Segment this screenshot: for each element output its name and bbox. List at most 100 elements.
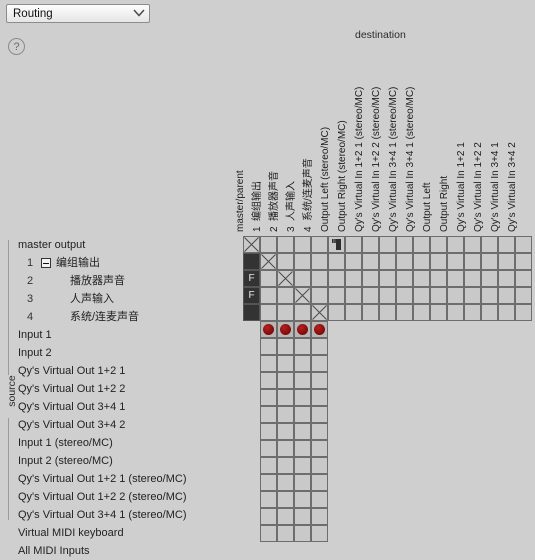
row-label[interactable]: Qy's Virtual Out 1+2 2 (stereo/MC) xyxy=(0,488,240,506)
matrix-cell[interactable] xyxy=(260,508,277,525)
row-label[interactable]: Qy's Virtual Out 1+2 2 xyxy=(0,380,240,398)
matrix-cell[interactable] xyxy=(498,270,515,287)
matrix-cell[interactable] xyxy=(260,372,277,389)
matrix-cell[interactable] xyxy=(447,253,464,270)
column-header[interactable]: Qy's Virtual In 1+2 2 (stereo/MC) xyxy=(370,82,383,232)
matrix-cell[interactable] xyxy=(277,491,294,508)
matrix-cell[interactable] xyxy=(379,253,396,270)
matrix-cell[interactable] xyxy=(447,287,464,304)
matrix-cell[interactable] xyxy=(260,270,277,287)
row-label[interactable]: Qy's Virtual Out 3+4 1 (stereo/MC) xyxy=(0,506,240,524)
matrix-cell[interactable] xyxy=(498,236,515,253)
matrix-cell[interactable] xyxy=(311,491,328,508)
matrix-cell[interactable] xyxy=(345,287,362,304)
matrix-cell[interactable] xyxy=(260,440,277,457)
matrix-cell[interactable] xyxy=(277,270,294,287)
collapse-expander-icon[interactable] xyxy=(41,258,51,268)
row-label[interactable]: 1 编组输出 xyxy=(0,254,240,272)
row-label[interactable]: All MIDI Inputs xyxy=(0,542,240,560)
matrix-cell[interactable] xyxy=(277,423,294,440)
column-header[interactable]: Qy's Virtual In 1+2 1 xyxy=(455,82,468,232)
matrix-cell[interactable] xyxy=(277,253,294,270)
matrix-cell[interactable]: F xyxy=(243,287,260,304)
matrix-cell[interactable] xyxy=(481,236,498,253)
column-header[interactable]: Output Left xyxy=(421,82,434,232)
matrix-cell[interactable] xyxy=(294,338,311,355)
matrix-cell[interactable] xyxy=(515,304,532,321)
matrix-cell[interactable] xyxy=(277,321,294,338)
row-label[interactable]: Qy's Virtual Out 3+4 1 xyxy=(0,398,240,416)
matrix-cell[interactable] xyxy=(396,304,413,321)
column-header[interactable]: Qy's Virtual In 3+4 1 (stereo/MC) xyxy=(387,82,400,232)
column-header[interactable]: master/parent xyxy=(234,82,247,232)
matrix-cell[interactable] xyxy=(362,304,379,321)
matrix-cell[interactable] xyxy=(413,270,430,287)
matrix-cell[interactable] xyxy=(328,270,345,287)
matrix-cell[interactable] xyxy=(447,270,464,287)
matrix-cell[interactable] xyxy=(277,406,294,423)
matrix-cell[interactable] xyxy=(396,270,413,287)
row-label[interactable]: Qy's Virtual Out 1+2 1 (stereo/MC) xyxy=(0,470,240,488)
matrix-cell[interactable] xyxy=(277,457,294,474)
matrix-cell[interactable] xyxy=(294,389,311,406)
matrix-cell[interactable] xyxy=(311,304,328,321)
matrix-cell[interactable] xyxy=(277,474,294,491)
matrix-cell[interactable] xyxy=(294,304,311,321)
matrix-cell[interactable] xyxy=(464,304,481,321)
matrix-cell[interactable] xyxy=(243,236,260,253)
matrix-cell[interactable] xyxy=(447,236,464,253)
matrix-cell[interactable] xyxy=(481,287,498,304)
matrix-cell[interactable] xyxy=(311,321,328,338)
matrix-cell[interactable] xyxy=(311,457,328,474)
matrix-cell[interactable] xyxy=(294,440,311,457)
matrix-cell[interactable] xyxy=(294,474,311,491)
matrix-cell[interactable] xyxy=(396,253,413,270)
matrix-cell[interactable] xyxy=(311,270,328,287)
matrix-cell[interactable] xyxy=(311,406,328,423)
row-label[interactable]: Input 2 (stereo/MC) xyxy=(0,452,240,470)
matrix-cell[interactable] xyxy=(260,423,277,440)
matrix-cell[interactable] xyxy=(243,253,260,270)
matrix-cell[interactable] xyxy=(311,372,328,389)
matrix-cell[interactable] xyxy=(294,423,311,440)
matrix-cell[interactable] xyxy=(345,304,362,321)
row-label[interactable]: master output xyxy=(0,236,240,254)
column-header[interactable]: 4 系统/连麦声音 xyxy=(302,82,315,232)
matrix-cell[interactable] xyxy=(328,304,345,321)
matrix-cell[interactable] xyxy=(260,457,277,474)
matrix-cell[interactable] xyxy=(328,236,345,253)
matrix-cell[interactable] xyxy=(379,304,396,321)
row-label[interactable]: 4 系统/连麦声音 xyxy=(0,308,240,326)
help-icon[interactable]: ? xyxy=(8,38,25,55)
matrix-cell[interactable] xyxy=(379,287,396,304)
matrix-cell[interactable] xyxy=(447,304,464,321)
matrix-cell[interactable] xyxy=(515,236,532,253)
matrix-cell[interactable] xyxy=(277,304,294,321)
matrix-cell[interactable] xyxy=(294,406,311,423)
matrix-cell[interactable] xyxy=(294,236,311,253)
matrix-cell[interactable] xyxy=(430,270,447,287)
matrix-cell[interactable] xyxy=(345,253,362,270)
matrix-cell[interactable] xyxy=(362,236,379,253)
matrix-cell[interactable] xyxy=(294,321,311,338)
row-label[interactable]: 3 人声输入 xyxy=(0,290,240,308)
matrix-cell[interactable] xyxy=(294,372,311,389)
row-label[interactable]: Input 2 xyxy=(0,344,240,362)
matrix-cell[interactable] xyxy=(311,287,328,304)
matrix-cell[interactable] xyxy=(379,236,396,253)
matrix-cell[interactable] xyxy=(464,270,481,287)
matrix-cell[interactable] xyxy=(464,236,481,253)
matrix-cell[interactable] xyxy=(362,287,379,304)
matrix-cell[interactable] xyxy=(260,474,277,491)
matrix-cell[interactable] xyxy=(294,525,311,542)
matrix-cell[interactable] xyxy=(413,287,430,304)
column-header[interactable]: 1 编组输出 xyxy=(251,82,264,232)
matrix-cell[interactable] xyxy=(498,304,515,321)
matrix-cell[interactable] xyxy=(311,253,328,270)
matrix-cell[interactable] xyxy=(243,304,260,321)
matrix-cell[interactable] xyxy=(277,338,294,355)
matrix-cell[interactable] xyxy=(260,321,277,338)
row-label[interactable]: Qy's Virtual Out 3+4 2 xyxy=(0,416,240,434)
matrix-cell[interactable] xyxy=(481,270,498,287)
matrix-cell[interactable] xyxy=(294,508,311,525)
